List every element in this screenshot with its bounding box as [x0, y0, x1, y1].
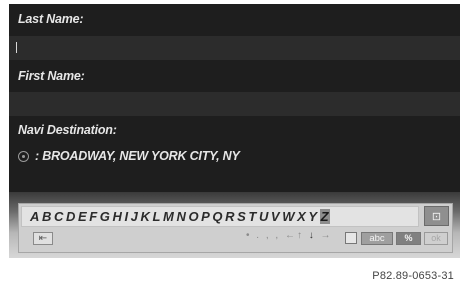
- back-arrow-glyph: ⇤: [38, 233, 48, 244]
- navi-destination-value: : BROADWAY, NEW YORK CITY, NY: [35, 149, 240, 163]
- onscreen-keyboard: ABCDEFGHIJKLMNOPQRSTUVWXY Z ⊡ ⇤ • . , , …: [18, 203, 453, 253]
- last-name-label: Last Name:: [18, 12, 84, 26]
- keyboard-toggle-glyph: ⊡: [431, 210, 442, 223]
- figure-frame: Last Name: First Name: Navi Destination:…: [0, 0, 462, 288]
- letter-row[interactable]: ABCDEFGHIJKLMNOPQRSTUVWXY Z: [21, 206, 419, 227]
- down-arrow-key[interactable]: ↓: [309, 230, 316, 241]
- figure-caption: P82.89-0653-31: [372, 270, 454, 282]
- selected-letter-key[interactable]: Z: [319, 209, 330, 224]
- symbol-keys[interactable]: • . , , ←↑ ↓ →: [246, 230, 333, 241]
- letter-keys[interactable]: ABCDEFGHIJKLMNOPQRSTUVWXY: [30, 209, 320, 224]
- back-arrow-icon[interactable]: ⇤: [33, 232, 53, 245]
- first-name-field[interactable]: [9, 92, 460, 116]
- keyboard-toggle-icon[interactable]: ⊡: [424, 206, 449, 226]
- display-screen: Last Name: First Name: Navi Destination:…: [9, 4, 460, 258]
- cursor-arrow-keys[interactable]: ←↑: [285, 230, 304, 241]
- first-name-label: First Name:: [18, 69, 85, 83]
- numeric-mode-key[interactable]: %: [396, 232, 421, 245]
- ok-key[interactable]: ok: [424, 232, 448, 245]
- navi-destination-row[interactable]: : BROADWAY, NEW YORK CITY, NY: [18, 149, 240, 163]
- punctuation-keys[interactable]: • . , ,: [246, 230, 280, 241]
- text-cursor: [16, 42, 17, 53]
- target-icon: [18, 150, 29, 162]
- navi-destination-label: Navi Destination:: [18, 123, 117, 137]
- mode-box-key[interactable]: [345, 232, 357, 244]
- last-name-field[interactable]: [9, 36, 460, 60]
- abc-mode-key[interactable]: abc: [361, 232, 393, 245]
- function-row: ⇤ • . , , ←↑ ↓ → abc % ok: [21, 229, 449, 249]
- right-arrow-key[interactable]: →: [321, 230, 333, 241]
